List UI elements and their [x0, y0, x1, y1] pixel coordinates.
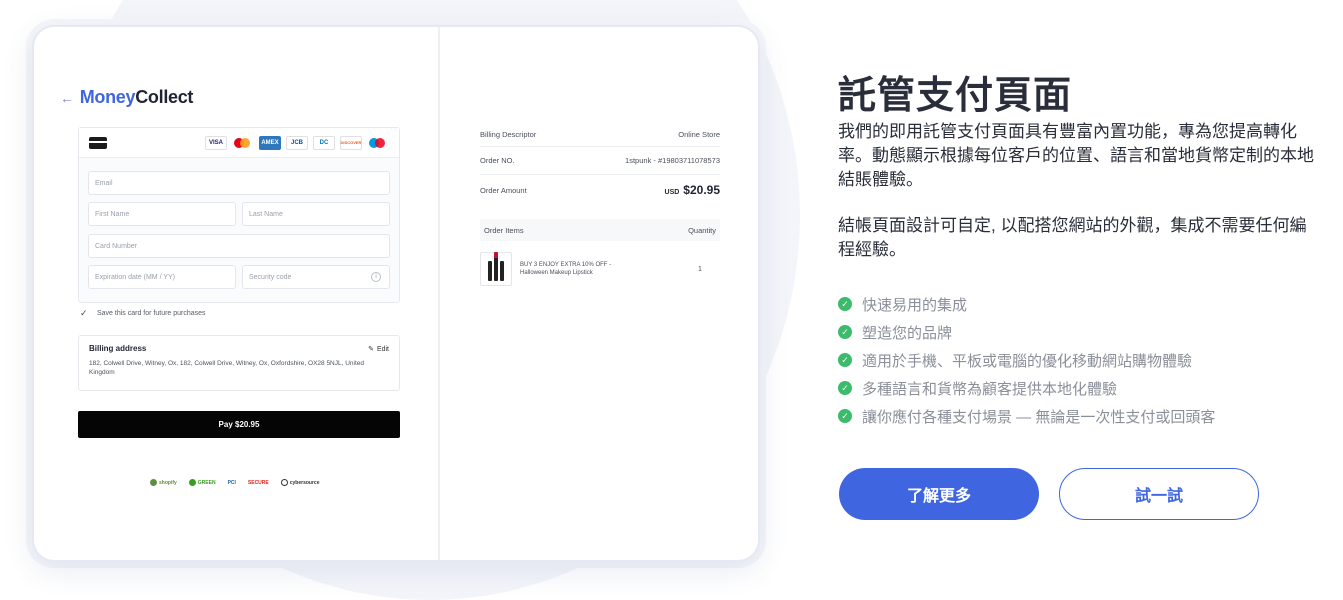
- green-badge: GREEN: [188, 479, 216, 486]
- lipstick-icon: [500, 261, 504, 281]
- feature-list: ✓ 快速易用的集成 ✓ 塑造您的品牌 ✓ 適用於手機、平板或電腦的優化移動網站購物體驗…: [838, 290, 1215, 430]
- card-brand-list: VISA AMEX JCB DC DISCOVER: [205, 135, 389, 150]
- jcb-icon: JCB: [286, 135, 308, 150]
- ring-icon: [280, 479, 288, 486]
- pencil-icon: ✎: [368, 346, 374, 353]
- last-name-field[interactable]: Last Name: [242, 202, 390, 226]
- logo-part1: Money: [79, 87, 136, 107]
- order-no-value: 1stpunk - #19803711078573: [625, 156, 720, 165]
- lock-icon: [150, 479, 157, 486]
- description-secondary: 結帳頁面設計可自定, 以配搭您網站的外觀，集成不需要任何編程經驗。: [838, 216, 1307, 259]
- pci-badge: PCI: [227, 479, 236, 486]
- billing-descriptor-row: Billing Descriptor Online Store: [480, 123, 720, 147]
- product-name: BUY 3 ENJOY EXTRA 10% OFF - Halloween Ma…: [520, 262, 612, 276]
- feature-item: ✓ 快速易用的集成: [838, 290, 1215, 318]
- credit-card-icon: [89, 136, 107, 149]
- amount-value: $20.95: [683, 183, 720, 197]
- order-item: BUY 3 ENJOY EXTRA 10% OFF - Halloween Ma…: [480, 251, 720, 287]
- feature-text: 適用於手機、平板或電腦的優化移動網站購物體驗: [862, 352, 1193, 370]
- card-number-field[interactable]: Card Number: [88, 234, 390, 258]
- edit-label: Edit: [376, 345, 389, 353]
- check-circle-icon: ✓: [838, 409, 852, 423]
- logo: ← MoneyCollect: [60, 87, 193, 108]
- page: ← MoneyCollect VISA AMEX JCB DC DISCOVER…: [0, 0, 1343, 600]
- feature-item: ✓ 讓你應付各種支付場景 — 無論是一次性支付或回頭客: [838, 402, 1215, 430]
- product-thumbnail: [480, 252, 512, 286]
- feature-item: ✓ 塑造您的品牌: [838, 318, 1215, 346]
- edit-billing-button[interactable]: ✎ Edit: [368, 345, 389, 354]
- billing-address-box: Billing address ✎ Edit 182, Colwell Driv…: [78, 335, 400, 391]
- order-items-header: Order Items Quantity: [480, 219, 720, 241]
- maestro-icon: [367, 135, 389, 150]
- product-quantity: 1: [698, 265, 702, 273]
- card-form-header: VISA AMEX JCB DC DISCOVER: [79, 128, 399, 158]
- cybersource-badge: cybersource: [280, 479, 320, 486]
- order-amount-row: Order Amount USD $20.95: [480, 175, 720, 205]
- try-it-button[interactable]: 試一試: [1059, 468, 1259, 520]
- trust-badges: shopify GREEN PCI SECURE cybersource: [150, 479, 320, 486]
- discover-icon: DISCOVER: [340, 135, 362, 150]
- back-arrow-icon[interactable]: ←: [60, 90, 74, 106]
- checkout-preview: ← MoneyCollect VISA AMEX JCB DC DISCOVER…: [32, 25, 760, 562]
- check-circle-icon: ✓: [838, 297, 852, 311]
- feature-text: 塑造您的品牌: [862, 324, 953, 342]
- amex-icon: AMEX: [259, 135, 281, 150]
- billing-address-text: 182, Colwell Drive, Witney, Ox, 182, Col…: [89, 360, 365, 376]
- security-code-placeholder: Security code: [249, 274, 292, 281]
- info-icon[interactable]: i: [371, 272, 381, 282]
- order-items-label: Order Items: [484, 225, 524, 235]
- lipstick-icon: [494, 252, 498, 281]
- card-form: VISA AMEX JCB DC DISCOVER Email First Na…: [78, 127, 400, 303]
- save-card-row[interactable]: ✓ Save this card for future purchases: [80, 308, 206, 318]
- visa-icon: VISA: [205, 135, 227, 150]
- learn-more-button[interactable]: 了解更多: [839, 468, 1039, 520]
- save-card-label: Save this card for future purchases: [97, 309, 206, 317]
- shopify-badge: shopify: [150, 479, 177, 486]
- pay-button[interactable]: Pay $20.95: [78, 411, 400, 438]
- security-code-field[interactable]: Security code i: [242, 265, 390, 289]
- leaf-icon: [188, 479, 196, 486]
- order-amount: USD $20.95: [665, 183, 720, 197]
- currency-code: USD: [664, 189, 680, 196]
- check-circle-icon: ✓: [838, 325, 852, 339]
- feature-item: ✓ 多種語言和貨幣為顧客提供本地化體驗: [838, 374, 1215, 402]
- page-title: 託管支付頁面: [838, 75, 1073, 117]
- billing-title: Billing address: [89, 344, 147, 353]
- order-summary: Billing Descriptor Online Store Order NO…: [480, 123, 720, 287]
- feature-item: ✓ 適用於手機、平板或電腦的優化移動網站購物體驗: [838, 346, 1215, 374]
- quantity-label: Quantity: [688, 225, 716, 235]
- order-no-label: Order NO.: [480, 156, 515, 165]
- secure-badge: SECURE: [247, 479, 269, 486]
- diners-icon: DC: [313, 135, 335, 150]
- billing-descriptor-value: Online Store: [678, 130, 720, 139]
- feature-text: 多種語言和貨幣為顧客提供本地化體驗: [862, 380, 1118, 398]
- check-circle-icon: ✓: [838, 381, 852, 395]
- expiration-field[interactable]: Expiration date (MM / YY): [88, 265, 236, 289]
- lipstick-icon: [488, 261, 492, 281]
- email-field[interactable]: Email: [88, 171, 390, 195]
- check-circle-icon: ✓: [838, 353, 852, 367]
- order-amount-label: Order Amount: [480, 185, 527, 195]
- checkbox-checked-icon[interactable]: ✓: [80, 308, 90, 318]
- billing-descriptor-label: Billing Descriptor: [480, 130, 537, 139]
- panel-divider: [438, 27, 440, 560]
- logo-part2: Collect: [135, 87, 194, 107]
- description-primary: 我們的即用託管支付頁面具有豐富內置功能，專為您提高轉化率。動態顯示根據每位客戶的…: [838, 122, 1314, 189]
- mastercard-icon: [232, 135, 254, 150]
- feature-text: 快速易用的集成: [862, 296, 968, 314]
- feature-text: 讓你應付各種支付場景 — 無論是一次性支付或回頭客: [862, 408, 1216, 426]
- first-name-field[interactable]: First Name: [88, 202, 236, 226]
- order-no-row: Order NO. 1stpunk - #19803711078573: [480, 147, 720, 175]
